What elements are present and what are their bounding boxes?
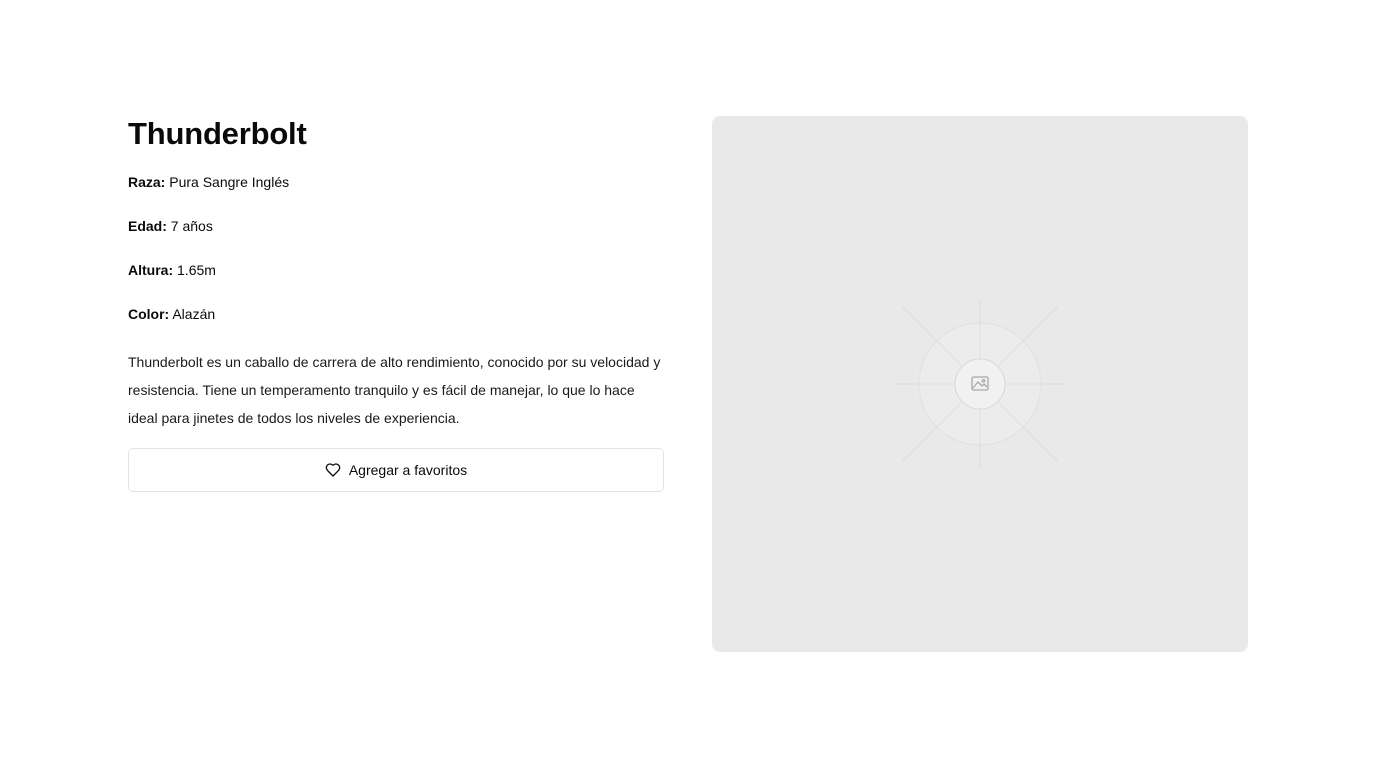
attribute-age-value: 7 años [170, 218, 213, 234]
attribute-color-label: Color: [128, 306, 170, 322]
attribute-height: Altura: 1.65m [128, 260, 664, 280]
attribute-age-label: Edad: [128, 218, 167, 234]
image-placeholder-graphic [896, 300, 1064, 468]
attribute-height-label: Altura: [128, 262, 174, 278]
attribute-breed-value: Pura Sangre Inglés [169, 174, 290, 190]
attribute-color: Color: Alazán [128, 304, 664, 324]
horse-description: Thunderbolt es un caballo de carrera de … [128, 354, 661, 426]
add-to-favorites-button[interactable]: Agregar a favoritos [128, 448, 664, 492]
horse-image-placeholder [712, 116, 1248, 652]
attribute-breed: Raza: Pura Sangre Inglés [128, 172, 664, 192]
attribute-color-value: Alazán [172, 306, 216, 322]
heart-icon [325, 462, 341, 478]
attribute-height-value: 1.65m [177, 262, 216, 278]
add-to-favorites-label: Agregar a favoritos [348, 462, 468, 478]
horse-info: Thunderbolt Raza: Pura Sangre Inglés Eda… [128, 112, 664, 492]
attribute-age: Edad: 7 años [128, 216, 664, 236]
horse-detail-page: Thunderbolt Raza: Pura Sangre Inglés Eda… [0, 0, 1376, 768]
horse-name: Thunderbolt [128, 116, 307, 151]
attribute-breed-label: Raza: [128, 174, 166, 190]
